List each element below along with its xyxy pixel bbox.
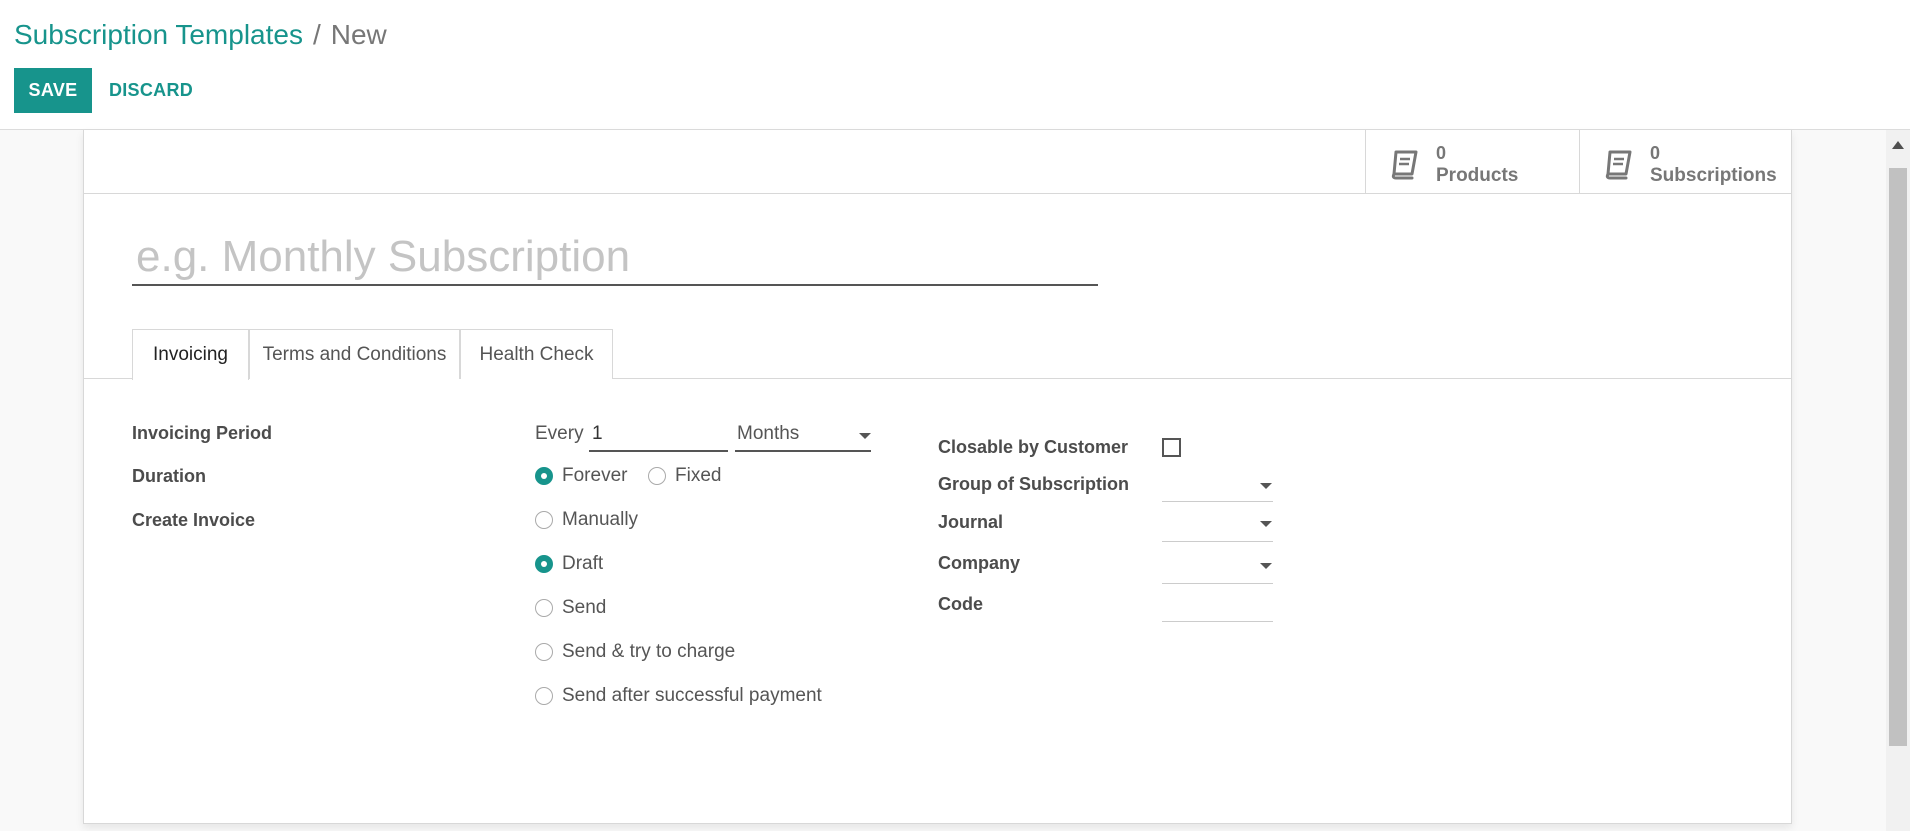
duration-fixed-radio[interactable]: [648, 467, 666, 485]
company-underline: [1162, 583, 1273, 584]
duration-forever-radio[interactable]: [535, 467, 553, 485]
button-box: 0 Products 0 Subscriptions: [84, 130, 1791, 194]
arrow-up-icon: [1892, 141, 1904, 149]
control-panel: Subscription Templates / New SAVE DISCARD: [0, 0, 1910, 130]
chevron-down-icon: [859, 433, 871, 439]
create-invoice-label: Create Invoice: [132, 510, 256, 530]
duration-fixed-label: Fixed: [675, 465, 722, 486]
breadcrumb-subscription-templates[interactable]: Subscription Templates: [14, 19, 303, 50]
create-invoice-send-radio[interactable]: [535, 599, 553, 617]
subscriptions-label: Subscriptions: [1650, 165, 1777, 186]
subscriptions-count: 0: [1650, 143, 1661, 163]
template-name-input[interactable]: [132, 230, 1098, 286]
code-label: Code: [938, 594, 983, 614]
chevron-down-icon: [1260, 563, 1272, 569]
duration-forever-label: Forever: [562, 465, 628, 486]
group-of-subscription-select[interactable]: [1162, 468, 1273, 502]
tab-terms-and-conditions[interactable]: Terms and Conditions: [249, 329, 460, 379]
create-invoice-draft-label: Draft: [562, 553, 604, 574]
chevron-down-icon: [1260, 521, 1272, 527]
products-count: 0: [1436, 143, 1447, 163]
create-invoice-draft-radio[interactable]: [535, 555, 553, 573]
code-input[interactable]: [1162, 590, 1273, 622]
create-invoice-send-charge-radio[interactable]: [535, 643, 553, 661]
create-invoice-send-label: Send: [562, 597, 607, 618]
unit-underline: [735, 450, 871, 452]
journal-select[interactable]: [1162, 506, 1273, 542]
invoicing-interval-input[interactable]: [592, 420, 726, 448]
closable-by-customer-label: Closable by Customer: [938, 437, 1129, 457]
subscriptions-stat-button[interactable]: 0 Subscriptions: [1579, 130, 1791, 193]
tab-invoicing[interactable]: Invoicing: [132, 329, 249, 380]
book-icon: [1391, 150, 1418, 180]
every-label: Every: [535, 423, 584, 444]
breadcrumb-separator: /: [312, 19, 321, 50]
company-select[interactable]: [1162, 548, 1273, 584]
invoicing-unit-value: Months: [737, 423, 800, 444]
create-invoice-send-after-payment-label: Send after successful payment: [562, 685, 822, 706]
journal-label: Journal: [938, 512, 1004, 532]
group-of-subscription-label: Group of Subscription: [938, 474, 1129, 494]
form-sheet: 0 Products 0 Subscriptions Invoicing Ter…: [83, 130, 1792, 824]
create-invoice-send-after-payment-radio[interactable]: [535, 687, 553, 705]
tab-health-check[interactable]: Health Check: [460, 329, 613, 379]
invoicing-period-label: Invoicing Period: [132, 423, 273, 443]
book-icon: [1605, 150, 1632, 180]
breadcrumb: Subscription Templates / New: [14, 18, 387, 52]
company-label: Company: [938, 553, 1021, 573]
breadcrumb-current: New: [330, 19, 387, 50]
create-invoice-manually-label: Manually: [562, 509, 639, 530]
interval-underline: [589, 450, 728, 452]
invoicing-unit-select[interactable]: Months: [735, 418, 871, 452]
journal-underline: [1162, 541, 1273, 542]
closable-by-customer-checkbox[interactable]: [1162, 438, 1181, 457]
scroll-thumb[interactable]: [1889, 168, 1907, 746]
group-underline: [1162, 501, 1273, 502]
scroll-up-button[interactable]: [1886, 130, 1910, 160]
page-scrollbar[interactable]: [1886, 130, 1910, 831]
chevron-down-icon: [1260, 483, 1272, 489]
products-stat-button[interactable]: 0 Products: [1365, 130, 1579, 193]
products-label: Products: [1436, 165, 1519, 186]
notebook-tabs: Invoicing Terms and Conditions Health Ch…: [84, 329, 1791, 380]
create-invoice-manually-radio[interactable]: [535, 511, 553, 529]
discard-button[interactable]: DISCARD: [100, 68, 202, 113]
create-invoice-send-charge-label: Send & try to charge: [562, 641, 736, 662]
save-button[interactable]: SAVE: [14, 68, 92, 113]
duration-label: Duration: [132, 466, 206, 486]
